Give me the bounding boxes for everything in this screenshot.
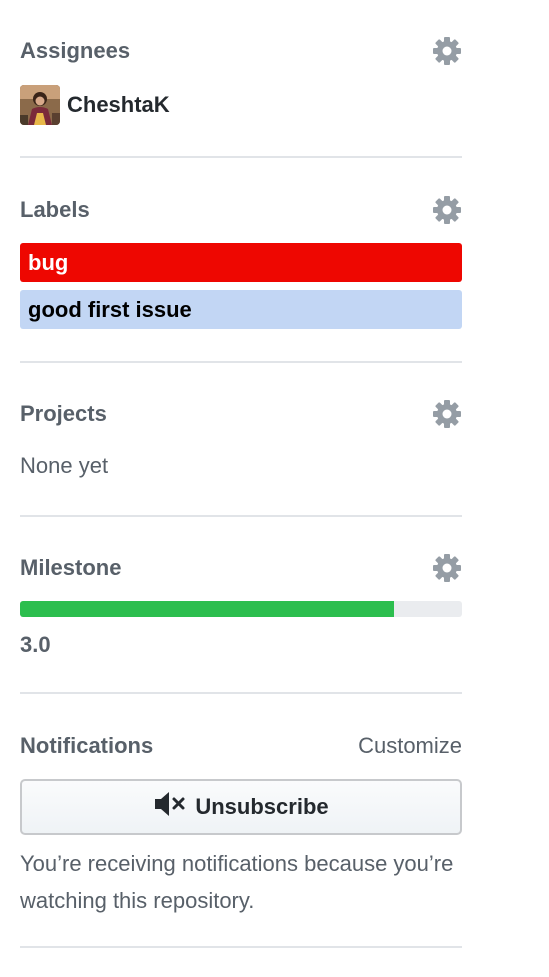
assignee-item[interactable]: CheshtaK (20, 85, 170, 125)
divider (20, 361, 462, 363)
assignees-heading: Assignees (20, 38, 131, 63)
divider (20, 156, 462, 158)
labels-gear-icon[interactable] (432, 195, 462, 225)
divider (20, 692, 462, 694)
labels-header: Labels (20, 195, 462, 225)
projects-heading: Projects (20, 401, 107, 426)
milestone-title[interactable]: 3.0 (20, 632, 51, 658)
assignee-name[interactable]: CheshtaK (67, 92, 170, 118)
labels-heading: Labels (20, 197, 90, 222)
milestone-progress-bar (20, 601, 462, 617)
label-good-first-issue[interactable]: good first issue (20, 290, 462, 329)
mute-icon (153, 791, 187, 823)
divider (20, 946, 462, 948)
milestone-heading: Milestone (20, 555, 122, 580)
milestone-header: Milestone (20, 553, 462, 583)
unsubscribe-button[interactable]: Unsubscribe (20, 779, 462, 835)
avatar[interactable] (20, 85, 60, 125)
projects-gear-icon[interactable] (432, 399, 462, 429)
assignees-header: Assignees (20, 36, 462, 66)
milestone-progress-fill (20, 601, 394, 617)
assignees-gear-icon[interactable] (432, 36, 462, 66)
notifications-reason-text: You’re receiving notifications because y… (20, 851, 454, 913)
projects-header: Projects (20, 399, 462, 429)
milestone-gear-icon[interactable] (432, 553, 462, 583)
unsubscribe-label: Unsubscribe (195, 794, 329, 819)
customize-link[interactable]: Customize (358, 733, 462, 759)
notifications-heading: Notifications (20, 733, 154, 758)
projects-empty-text: None yet (20, 453, 109, 478)
notifications-header: Notifications Customize (20, 732, 462, 760)
divider (20, 515, 462, 517)
label-bug[interactable]: bug (20, 243, 462, 282)
